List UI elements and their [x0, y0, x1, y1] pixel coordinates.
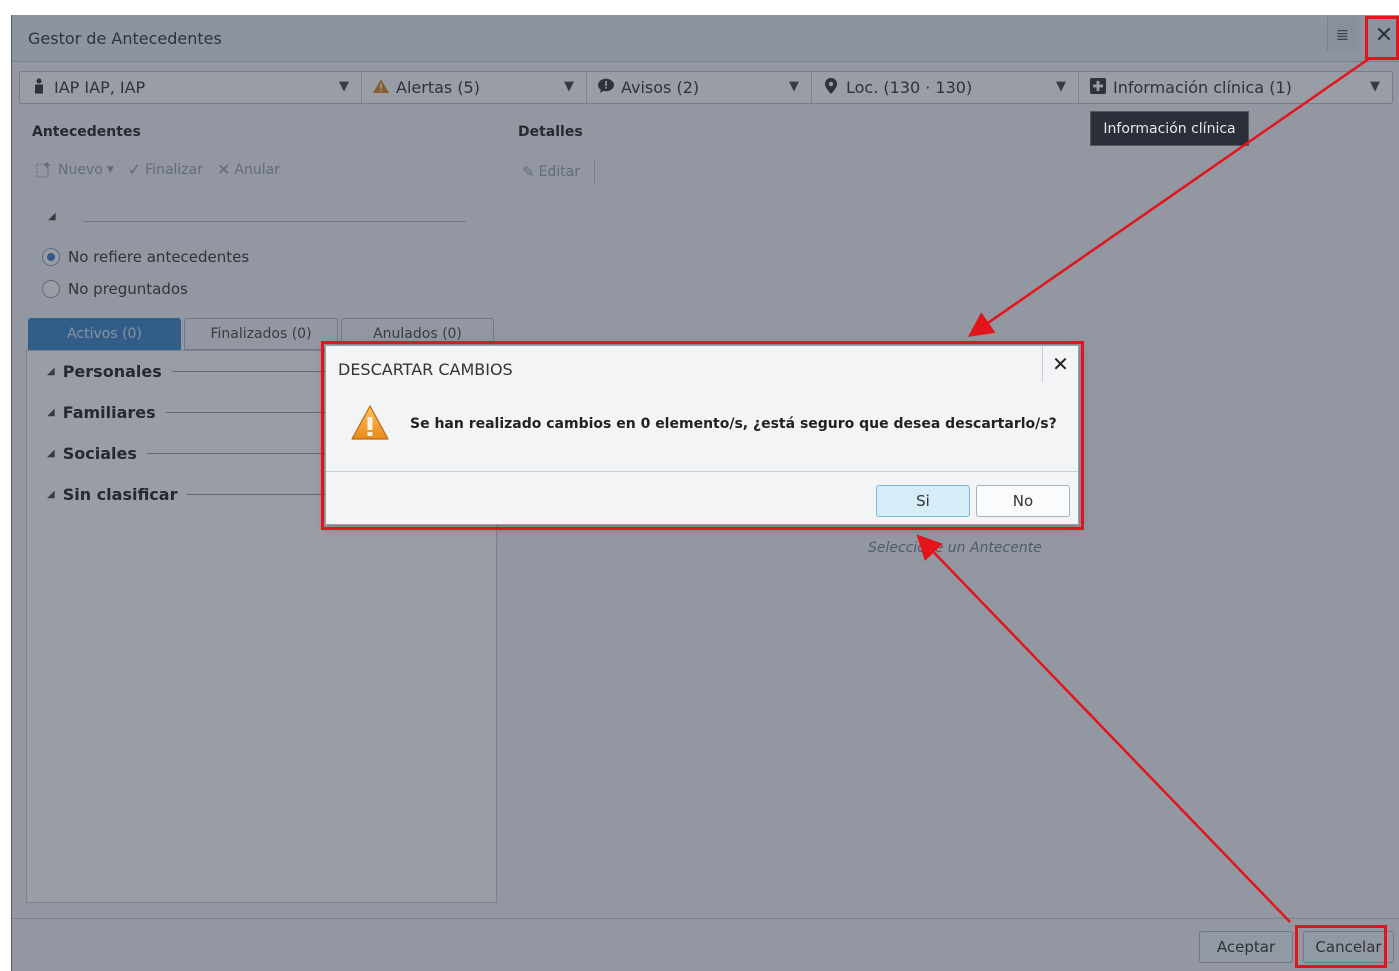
arrow-cancel-to-dialog [916, 534, 1291, 923]
arrow-close-to-dialog [967, 56, 1371, 337]
annotation-arrows [916, 56, 1371, 923]
